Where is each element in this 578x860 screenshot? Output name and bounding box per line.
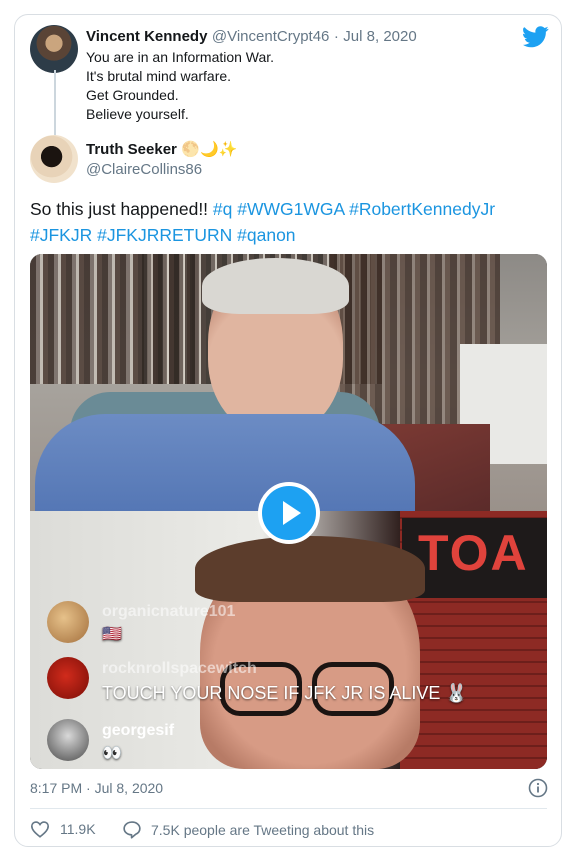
speech-bubble-icon [123, 821, 141, 839]
hashtag-link[interactable]: #WWG1WGA [237, 199, 344, 219]
quoted-user-name[interactable]: Vincent Kennedy [86, 28, 207, 45]
quoted-user-handle[interactable]: @VincentCrypt46 [212, 28, 330, 45]
quoted-tweet-date[interactable]: Jul 8, 2020 [343, 28, 416, 45]
quoted-line: It's brutal mind warfare. [86, 68, 232, 84]
tweet-time: 8:17 PM [30, 780, 83, 796]
tweet-timestamp[interactable]: 8:17 PM · Jul 8, 2020 [30, 780, 163, 796]
person-shirt [35, 414, 415, 511]
tweet-text-plain: So this just happened!! [30, 199, 209, 219]
author-handle[interactable]: @ClaireCollins86 [86, 161, 202, 178]
comment-message: 🇺🇸 [102, 626, 122, 643]
hashtag-link[interactable]: #q [213, 199, 232, 219]
info-icon[interactable] [528, 778, 548, 798]
person-hair-top [202, 258, 349, 314]
comment-message: 👀 [102, 745, 122, 762]
like-action[interactable]: 11.9K [30, 820, 96, 838]
like-count: 11.9K [60, 821, 96, 837]
twitter-logo-icon[interactable] [523, 26, 549, 48]
tweet-date: Jul 8, 2020 [94, 780, 164, 796]
timestamp-separator: · [86, 780, 91, 796]
quoted-user-avatar[interactable] [30, 25, 78, 73]
quoted-line: Believe yourself. [86, 106, 189, 122]
quoted-tweet-header: Vincent Kennedy @VincentCrypt46 · Jul 8,… [86, 28, 417, 46]
hashtag-link[interactable]: #JFKJRRETURN [97, 225, 232, 245]
tweet-text: So this just happened!! #q #WWG1WGA #Rob… [30, 196, 540, 248]
author-name-row: Truth Seeker 🌕🌙✨ [86, 140, 237, 159]
comment-message: TOUCH YOUR NOSE IF JFK JR IS ALIVE 🐰 [102, 683, 468, 703]
comment-username: organicnature101 [102, 603, 236, 620]
commenter-avatar [47, 657, 89, 699]
person-hair-bottom [195, 536, 425, 602]
video-player[interactable]: TOA organicnature101 🇺🇸 rocknrollspacewi… [30, 254, 547, 769]
comment-username: rocknrollspacewitch [102, 660, 257, 677]
play-icon [283, 501, 301, 525]
quoted-line: Get Grounded. [86, 87, 179, 103]
comment-username: georgesif [102, 722, 175, 739]
neon-sign-text: TOA [418, 525, 529, 581]
quoted-tweet-text: You are in an Information War. It's brut… [86, 48, 274, 124]
commenter-avatar [47, 719, 89, 761]
quoted-line: You are in an Information War. [86, 49, 275, 65]
author-name[interactable]: Truth Seeker [86, 141, 177, 158]
play-button[interactable] [258, 482, 320, 544]
hashtag-link[interactable]: #RobertKennedyJr [349, 199, 495, 219]
author-avatar[interactable] [30, 135, 78, 183]
commenter-avatar [47, 601, 89, 643]
quoted-separator: · [333, 28, 339, 45]
author-name-emojis: 🌕🌙✨ [181, 141, 238, 158]
tweeting-about-text: 7.5K people are Tweeting about this [151, 821, 375, 838]
footer-divider [30, 808, 547, 809]
thread-line [54, 70, 56, 136]
hashtag-link[interactable]: #JFKJR [30, 225, 92, 245]
heart-icon [30, 821, 50, 838]
reply-action[interactable]: 7.5K people are Tweeting about this [122, 820, 374, 839]
hashtag-link[interactable]: #qanon [237, 225, 295, 245]
